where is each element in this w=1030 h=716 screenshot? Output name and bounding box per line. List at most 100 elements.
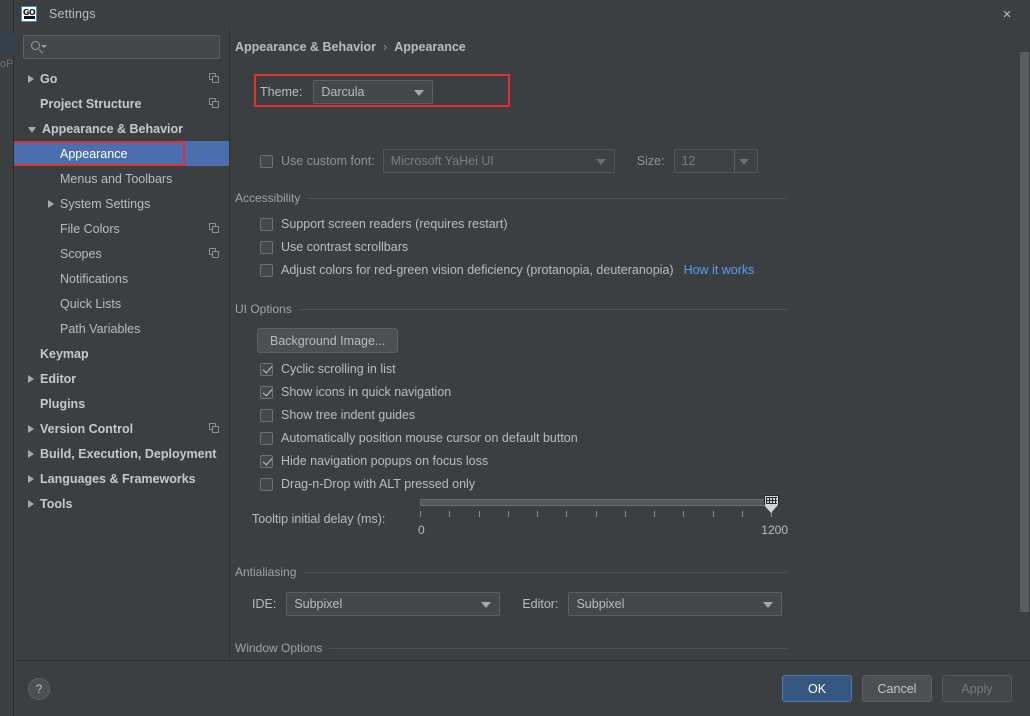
cyclic-scrolling-checkbox[interactable]: Cyclic scrolling in list: [260, 362, 396, 376]
sidebar-item-tools[interactable]: Tools: [14, 491, 229, 516]
sidebar-item-languages-frameworks[interactable]: Languages & Frameworks: [14, 466, 229, 491]
ide-antialiasing-select[interactable]: Subpixel: [286, 592, 501, 616]
checkbox-box: [260, 454, 273, 468]
checkbox-label: Cyclic scrolling in list: [281, 362, 396, 376]
sidebar-item-notifications[interactable]: Notifications: [14, 266, 229, 291]
chevron-right-icon[interactable]: [28, 374, 34, 383]
drag-n-drop-alt-checkbox[interactable]: Drag-n-Drop with ALT pressed only: [260, 477, 475, 491]
chevron-down-icon[interactable]: [28, 127, 36, 133]
sidebar-item-appearance-behavior[interactable]: Appearance & Behavior: [14, 116, 229, 141]
theme-select[interactable]: Darcula: [313, 80, 434, 104]
search-box[interactable]: [23, 35, 220, 59]
slider-track[interactable]: [420, 499, 772, 506]
copy-icon[interactable]: [209, 98, 220, 109]
backdrop-selected-row: [0, 34, 14, 56]
slider-thumb[interactable]: [764, 495, 779, 513]
hide-nav-popups-checkbox[interactable]: Hide navigation popups on focus loss: [260, 454, 488, 468]
window-options-group-header: Window Options: [235, 641, 787, 655]
sidebar-item-label: Keymap: [40, 346, 89, 361]
slider-max-label: 1200: [761, 523, 788, 537]
help-button[interactable]: ?: [28, 677, 50, 700]
sidebar-item-version-control[interactable]: Version Control: [14, 416, 229, 441]
use-contrast-scrollbars-checkbox[interactable]: Use contrast scrollbars: [260, 240, 408, 254]
content-scrollbar[interactable]: [1019, 28, 1030, 660]
sidebar-item-go[interactable]: Go: [14, 66, 229, 91]
font-size-spinner[interactable]: 12: [673, 149, 758, 173]
sidebar-item-quick-lists[interactable]: Quick Lists: [14, 291, 229, 316]
copy-icon[interactable]: [209, 423, 220, 434]
editor-antialiasing-select[interactable]: Subpixel: [568, 592, 783, 616]
chevron-down-icon: [763, 602, 774, 608]
sidebar-item-editor[interactable]: Editor: [14, 366, 229, 391]
chevron-down-icon[interactable]: [41, 45, 47, 48]
sidebar-item-label: File Colors: [60, 221, 120, 236]
chevron-right-icon[interactable]: [28, 449, 34, 458]
sidebar-item-label: Plugins: [40, 396, 86, 411]
scrollbar-thumb[interactable]: [1020, 52, 1029, 612]
antialiasing-group-header: Antialiasing: [235, 565, 787, 579]
breadcrumb-leaf: Appearance: [394, 40, 466, 54]
apply-button[interactable]: Apply: [942, 675, 1012, 702]
accessibility-group-header: Accessibility: [235, 191, 787, 205]
backdrop-ghost-text: oP: [0, 58, 14, 70]
sidebar-item-plugins[interactable]: Plugins: [14, 391, 229, 416]
copy-icon[interactable]: [209, 248, 220, 259]
sidebar-item-system-settings[interactable]: System Settings: [14, 191, 229, 216]
close-icon[interactable]: ×: [994, 4, 1020, 24]
ide-antialiasing-value: Subpixel: [294, 597, 343, 611]
theme-row: Theme: Darcula: [260, 80, 434, 104]
chevron-right-icon[interactable]: [28, 474, 34, 483]
adjust-colors-checkbox[interactable]: Adjust colors for red-green vision defic…: [260, 263, 754, 277]
checkbox-box: [260, 431, 273, 445]
ui-options-group-header: UI Options: [235, 302, 787, 316]
copy-icon[interactable]: [209, 223, 220, 234]
editor-antialiasing-label: Editor:: [522, 597, 559, 611]
how-it-works-link[interactable]: How it works: [684, 263, 755, 277]
checkbox-label: Drag-n-Drop with ALT pressed only: [281, 477, 476, 491]
sidebar-item-menus-and-toolbars[interactable]: Menus and Toolbars: [14, 166, 229, 191]
sidebar-item-label: Quick Lists: [60, 296, 122, 311]
breadcrumb-root[interactable]: Appearance & Behavior: [235, 40, 376, 54]
checkbox-box: [260, 154, 273, 168]
sidebar-item-scopes[interactable]: Scopes: [14, 241, 229, 266]
checkbox-label: Automatically position mouse cursor on d…: [281, 431, 578, 445]
chevron-down-icon: [738, 159, 749, 165]
chevron-right-icon[interactable]: [28, 74, 34, 83]
checkbox-box: [260, 477, 273, 491]
checkbox-label: Show tree indent guides: [281, 408, 416, 422]
show-icons-quick-nav-checkbox[interactable]: Show icons in quick navigation: [260, 385, 451, 399]
chevron-right-icon[interactable]: [48, 199, 54, 208]
sidebar-item-label: Scopes: [60, 246, 102, 261]
window-options-group-title: Window Options: [235, 641, 323, 655]
search-input[interactable]: [56, 39, 219, 55]
breadcrumb: Appearance & Behavior › Appearance: [235, 40, 466, 54]
show-tree-indent-guides-checkbox[interactable]: Show tree indent guides: [260, 408, 415, 422]
sidebar-item-appearance[interactable]: Appearance: [14, 141, 229, 166]
custom-font-select[interactable]: Microsoft YaHei UI: [382, 149, 615, 173]
ok-button[interactable]: OK: [782, 675, 852, 702]
ide-antialiasing-label: IDE:: [252, 597, 277, 611]
group-divider: [303, 571, 787, 573]
chevron-right-icon[interactable]: [28, 499, 34, 508]
sidebar-item-path-variables[interactable]: Path Variables: [14, 316, 229, 341]
use-custom-font-label: Use custom font:: [281, 154, 375, 168]
sidebar-item-label: Notifications: [60, 271, 129, 286]
auto-position-cursor-checkbox[interactable]: Automatically position mouse cursor on d…: [260, 431, 578, 445]
dialog-footer: ? OK Cancel Apply: [14, 660, 1030, 716]
font-size-value: 12: [681, 154, 696, 168]
sidebar-item-file-colors[interactable]: File Colors: [14, 216, 229, 241]
support-screen-readers-checkbox[interactable]: Support screen readers (requires restart…: [260, 217, 507, 231]
sidebar-item-keymap[interactable]: Keymap: [14, 341, 229, 366]
sidebar-item-label: Build, Execution, Deployment: [40, 446, 217, 461]
tooltip-delay-slider[interactable]: 0 1200: [418, 495, 788, 539]
sidebar-item-label: Go: [40, 71, 58, 86]
checkbox-box: [260, 263, 273, 277]
cancel-button[interactable]: Cancel: [862, 675, 932, 702]
background-image-button[interactable]: Background Image...: [257, 328, 399, 353]
sidebar-item-build-execution-deployment[interactable]: Build, Execution, Deployment: [14, 441, 229, 466]
chevron-right-icon[interactable]: [28, 424, 34, 433]
copy-icon[interactable]: [209, 73, 220, 84]
sidebar-item-project-structure[interactable]: Project Structure: [14, 91, 229, 116]
settings-tree[interactable]: Go Project Structure Appearance & Behavior…: [14, 63, 229, 660]
use-custom-font-checkbox[interactable]: Use custom font:: [260, 154, 375, 168]
